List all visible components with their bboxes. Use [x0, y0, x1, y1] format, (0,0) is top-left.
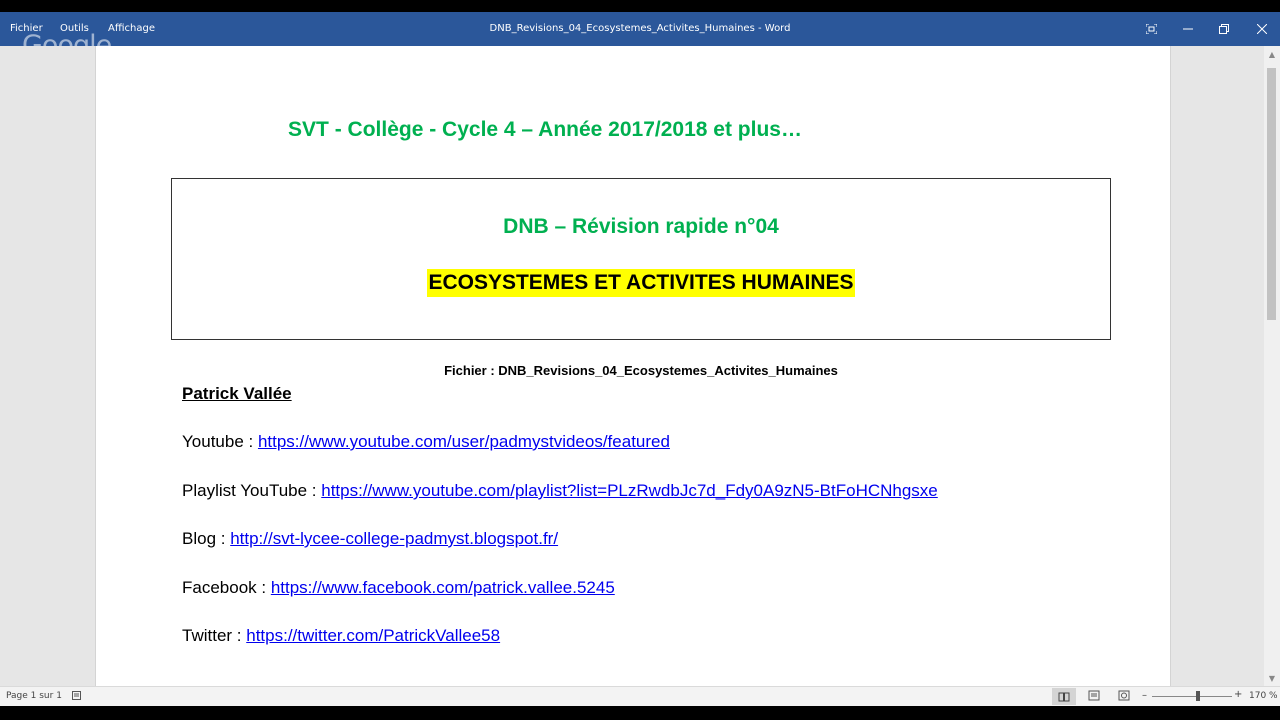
bottom-black-band: [0, 706, 1280, 720]
restore-button[interactable]: [1206, 12, 1242, 46]
web-layout-button[interactable]: [1118, 690, 1130, 704]
playlist-link[interactable]: https://www.youtube.com/playlist?list=PL…: [321, 481, 938, 500]
blog-link[interactable]: http://svt-lycee-college-padmyst.blogspo…: [230, 529, 558, 548]
web-layout-icon: [1118, 690, 1130, 701]
zoom-in-button[interactable]: +: [1234, 689, 1242, 700]
link-row-facebook: Facebook : https://www.facebook.com/patr…: [182, 578, 615, 598]
status-bar: Page 1 sur 1 – + 170 %: [0, 686, 1280, 706]
link-label: Playlist YouTube :: [182, 481, 322, 500]
vertical-scrollbar[interactable]: ▲ ▼: [1264, 46, 1280, 686]
link-row-blog: Blog : http://svt-lycee-college-padmyst.…: [182, 529, 558, 549]
print-layout-button[interactable]: [1088, 690, 1100, 704]
window-title: DNB_Revisions_04_Ecosystemes_Activites_H…: [489, 23, 791, 34]
title-box: DNB – Révision rapide n°04 ECOSYSTEMES E…: [171, 178, 1111, 340]
zoom-slider-thumb[interactable]: [1196, 691, 1200, 701]
read-mode-icon: [1058, 692, 1070, 701]
link-row-twitter: Twitter : https://twitter.com/PatrickVal…: [182, 626, 500, 646]
close-button[interactable]: [1244, 12, 1280, 46]
box-heading-wrap: ECOSYSTEMES ET ACTIVITES HUMAINES: [172, 269, 1110, 297]
focus-mode-icon: [1145, 24, 1157, 34]
link-label: Twitter :: [182, 626, 247, 645]
menu-affichage[interactable]: Affichage: [108, 12, 155, 46]
title-bar: Google Fichier Outils Affichage DNB_Revi…: [0, 12, 1280, 61]
twitter-link[interactable]: https://twitter.com/PatrickVallee58: [246, 626, 500, 645]
zoom-out-button[interactable]: –: [1142, 690, 1147, 701]
top-black-band: [0, 0, 1280, 12]
author-name: Patrick Vallée: [182, 384, 292, 403]
box-subtitle: DNB – Révision rapide n°04: [503, 215, 779, 238]
document-workspace: SVT - Collège - Cycle 4 – Année 2017/201…: [0, 46, 1280, 686]
page-count: Page 1 sur 1: [6, 691, 62, 701]
scroll-down-arrow-icon[interactable]: ▼: [1264, 670, 1280, 686]
zoom-slider[interactable]: [1152, 696, 1232, 697]
scrollbar-thumb[interactable]: [1267, 68, 1276, 320]
print-layout-icon: [1088, 690, 1100, 701]
close-icon: [1257, 24, 1267, 34]
page-doc-icon[interactable]: [71, 690, 82, 704]
link-row-playlist: Playlist YouTube : https://www.youtube.c…: [182, 481, 938, 501]
box-heading: ECOSYSTEMES ET ACTIVITES HUMAINES: [427, 269, 855, 297]
facebook-link[interactable]: https://www.facebook.com/patrick.vallee.…: [271, 578, 615, 597]
youtube-link[interactable]: https://www.youtube.com/user/padmystvide…: [258, 432, 670, 451]
scroll-up-arrow-icon[interactable]: ▲: [1264, 46, 1280, 62]
restore-icon: [1219, 24, 1229, 34]
zoom-level[interactable]: 170 %: [1249, 691, 1278, 701]
link-label: Facebook :: [182, 578, 271, 597]
file-name-line: Fichier : DNB_Revisions_04_Ecosystemes_A…: [444, 363, 838, 378]
minimize-icon: [1183, 28, 1193, 30]
link-label: Youtube :: [182, 432, 258, 451]
link-row-youtube: Youtube : https://www.youtube.com/user/p…: [182, 432, 670, 452]
focus-mode-button[interactable]: [1133, 12, 1169, 46]
menu-fichier[interactable]: Fichier: [10, 12, 43, 46]
link-label: Blog :: [182, 529, 231, 548]
menu-outils[interactable]: Outils: [60, 12, 89, 46]
minimize-button[interactable]: [1170, 12, 1206, 46]
document-title: SVT - Collège - Cycle 4 – Année 2017/201…: [288, 118, 802, 141]
read-mode-button[interactable]: [1052, 688, 1076, 705]
